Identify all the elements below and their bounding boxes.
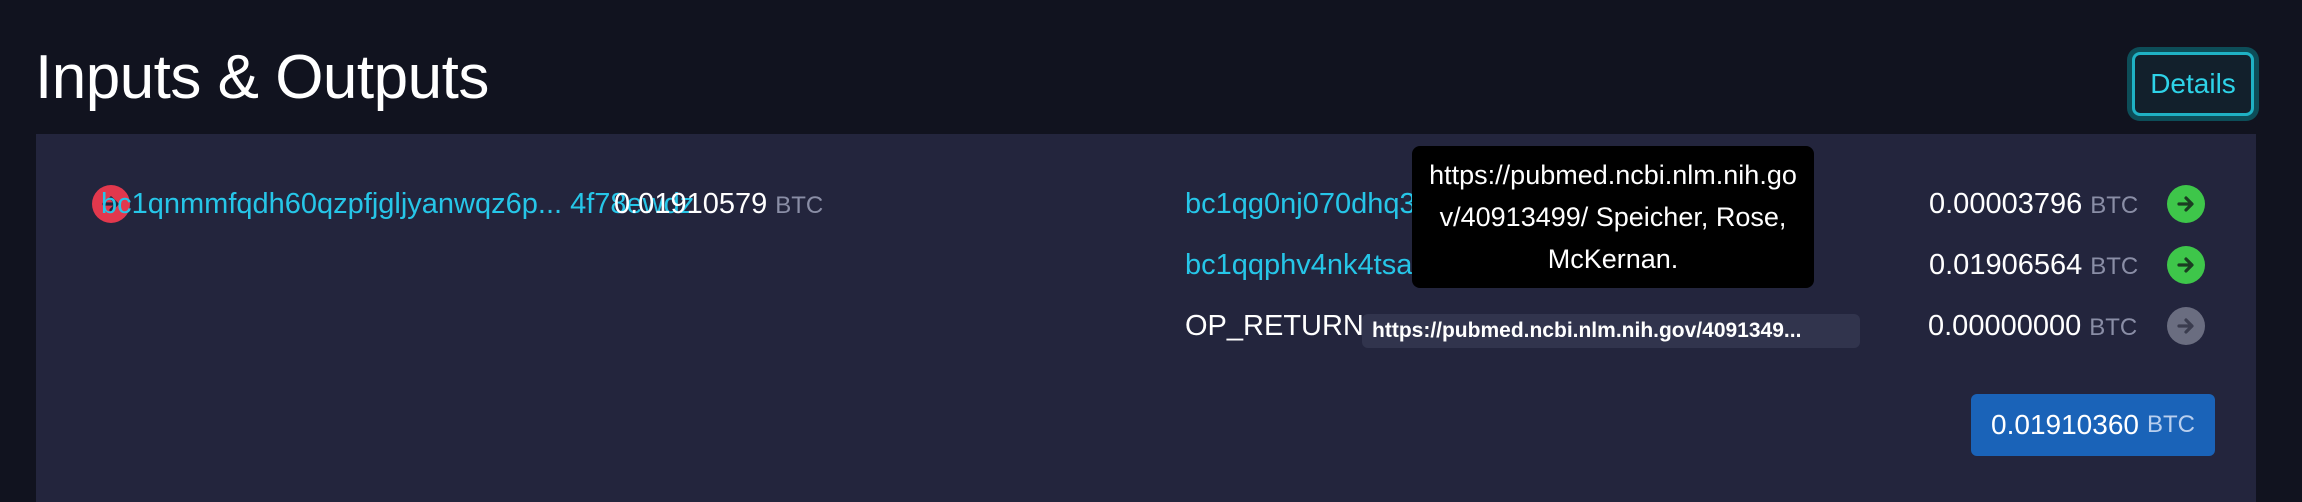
input-amount: 0.01910579 BTC bbox=[614, 186, 823, 224]
output-amount-unit-1: BTC bbox=[2090, 192, 2139, 219]
input-address-link[interactable]: bc1qnmmfqdh60qzpfjgljyanwqz6p... 4f78ewd… bbox=[101, 186, 694, 222]
total-amount-value: 0.01910360 bbox=[1991, 409, 2139, 440]
op-return-label: OP_RETURN bbox=[1185, 310, 1364, 342]
output-amount-value-1: 0.00003796 bbox=[1929, 188, 2083, 220]
output-amount-1: 0.00003796 BTC bbox=[1929, 186, 2138, 224]
arrow-right-circle-green-icon[interactable] bbox=[2167, 246, 2205, 284]
arrow-right-circle-gray-icon[interactable] bbox=[2167, 307, 2205, 345]
output-amount-unit-3: BTC bbox=[2089, 314, 2138, 341]
input-amount-unit: BTC bbox=[775, 192, 824, 219]
details-button[interactable]: Details bbox=[2132, 52, 2254, 116]
output-amount-2: 0.01906564 BTC bbox=[1929, 247, 2138, 285]
output-amount-value-2: 0.01906564 bbox=[1929, 249, 2083, 281]
output-address-link-1[interactable]: bc1qg0nj070dhq3 bbox=[1185, 186, 1416, 222]
output-amount-value-3: 0.00000000 bbox=[1928, 310, 2082, 342]
input-amount-value: 0.01910579 bbox=[614, 188, 768, 220]
arrow-right-circle-green-icon[interactable] bbox=[2167, 185, 2205, 223]
output-amount-3: 0.00000000 BTC bbox=[1928, 308, 2137, 346]
output-address-link-2[interactable]: bc1qqphv4nk4tsa bbox=[1185, 247, 1412, 283]
inputs-outputs-section: Inputs & Outputs Details bc1qnmmfqdh60qz… bbox=[0, 0, 2302, 502]
op-return-data-chip[interactable]: https://pubmed.ncbi.nlm.nih.gov/4091349.… bbox=[1362, 314, 1860, 348]
op-return-tooltip: https://pubmed.ncbi.nlm.nih.gov/40913499… bbox=[1412, 146, 1814, 288]
section-title: Inputs & Outputs bbox=[35, 43, 489, 112]
output-amount-unit-2: BTC bbox=[2090, 253, 2139, 280]
inputs-outputs-panel: bc1qnmmfqdh60qzpfjgljyanwqz6p... 4f78ewd… bbox=[36, 134, 2256, 502]
total-amount-badge: 0.01910360 BTC bbox=[1971, 394, 2215, 456]
total-amount-unit: BTC bbox=[2146, 411, 2195, 438]
